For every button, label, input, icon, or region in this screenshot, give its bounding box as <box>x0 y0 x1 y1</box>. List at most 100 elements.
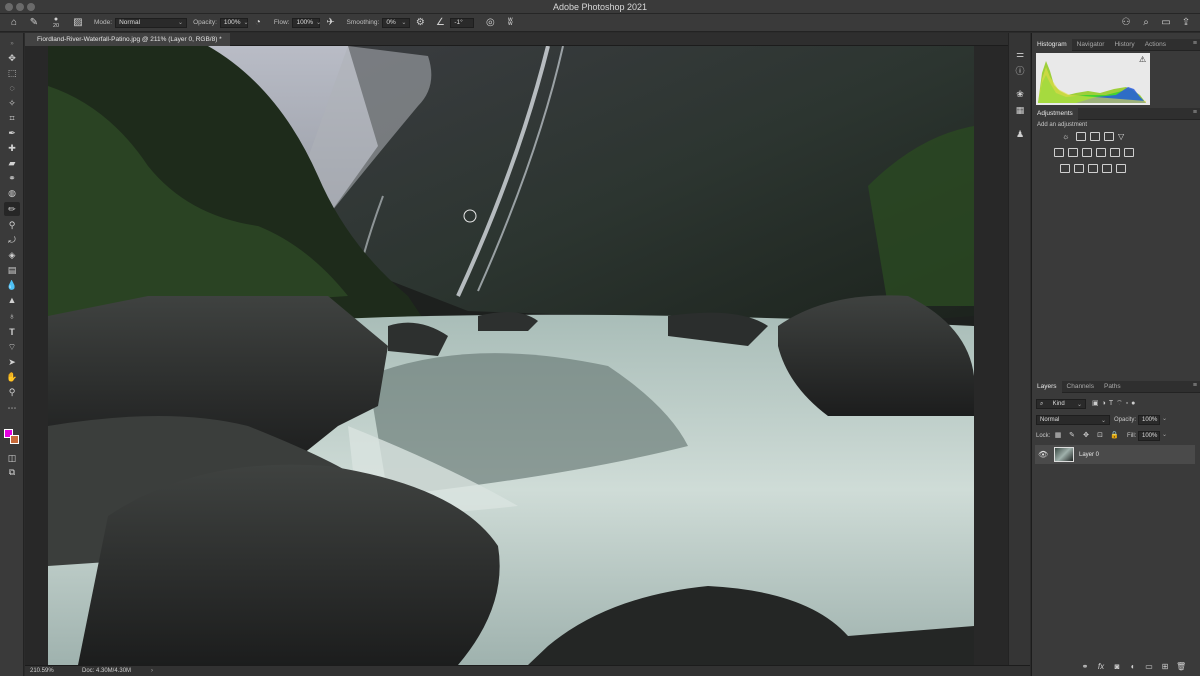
properties-icon[interactable]: ⚌ <box>1012 47 1028 61</box>
workspace-switcher-icon[interactable]: ▭ <box>1158 16 1174 30</box>
panel-menu-icon[interactable]: ≡ <box>1193 382 1197 389</box>
threshold-icon[interactable] <box>1088 164 1098 173</box>
histogram-warning-icon[interactable]: ⚠ <box>1139 55 1146 64</box>
eraser-tool-icon[interactable]: ◈ <box>4 248 20 262</box>
color-lookup-icon[interactable] <box>1124 148 1134 157</box>
lock-position-icon[interactable]: ✥ <box>1082 432 1090 440</box>
info-icon[interactable]: ⓘ <box>1012 63 1028 77</box>
exposure-icon[interactable] <box>1104 132 1114 141</box>
opacity-field[interactable]: 100% ⌄ <box>219 17 249 28</box>
marquee-tool-icon[interactable]: ⬚ <box>4 66 20 80</box>
history-brush-tool-icon[interactable]: ⤾ <box>4 233 20 247</box>
zoom-tool-icon[interactable]: ⚲ <box>4 385 20 399</box>
levels-icon[interactable] <box>1076 132 1086 141</box>
eyedropper-tool-icon[interactable]: ✒ <box>4 126 20 140</box>
smoothing-settings-gear-icon[interactable]: ⚙ <box>412 16 428 30</box>
screen-mode-icon[interactable]: ⧉ <box>4 465 20 479</box>
hue-saturation-icon[interactable] <box>1054 148 1064 157</box>
layer-row[interactable]: 👁 Layer 0 <box>1035 445 1195 464</box>
brush-settings-icon[interactable]: ▨ <box>70 16 86 30</box>
lasso-tool-icon[interactable]: ◌ <box>4 81 20 95</box>
curves-icon[interactable] <box>1090 132 1100 141</box>
link-icon[interactable]: ⚭ <box>1080 662 1090 672</box>
tab-channels[interactable]: Channels <box>1062 381 1099 393</box>
selective-color-icon[interactable] <box>1116 164 1126 173</box>
black-white-icon[interactable] <box>1082 148 1092 157</box>
path-selection-tool-icon[interactable]: ⌔ <box>4 340 20 354</box>
panel-menu-icon[interactable]: ≡ <box>1193 109 1197 116</box>
adjustment-icon[interactable]: ◐ <box>1128 662 1138 672</box>
home-icon[interactable]: ⌂ <box>6 16 22 30</box>
symmetry-icon[interactable]: ʬ <box>502 16 518 30</box>
toolbar-collapse-icon[interactable]: » <box>4 37 20 51</box>
patch-tool-icon[interactable]: ⚭ <box>4 171 20 185</box>
quick-mask-icon[interactable]: ◫ <box>4 451 20 465</box>
mode-select[interactable]: Normal ⌄ <box>115 17 188 28</box>
blend-mode-select[interactable]: Normal ⌄ <box>1036 415 1110 425</box>
eye-icon[interactable]: 👁 <box>1038 450 1050 459</box>
panel-menu-icon[interactable]: ≡ <box>1193 40 1197 47</box>
pressure-opacity-icon[interactable]: ◔ <box>250 16 266 30</box>
photo-filter-icon[interactable] <box>1096 148 1106 157</box>
group-icon[interactable]: ▭ <box>1144 662 1154 672</box>
canvas-area[interactable] <box>25 46 1030 665</box>
layer-name[interactable]: Layer 0 <box>1079 452 1099 458</box>
layer-filter-icons[interactable]: ▣◑T⌔▫● <box>1092 399 1138 408</box>
lock-artboard-icon[interactable]: ⊡ <box>1096 432 1104 440</box>
vibrance-icon[interactable]: ▽ <box>1118 132 1128 141</box>
clone-stamp-tool-icon[interactable]: ⚲ <box>4 218 20 232</box>
more-tools-icon[interactable]: ⋯ <box>4 401 20 415</box>
channel-mixer-icon[interactable] <box>1110 148 1120 157</box>
quick-selection-tool-icon[interactable]: ✧ <box>4 96 20 110</box>
invert-icon[interactable] <box>1060 164 1070 173</box>
dodge-tool-icon[interactable]: ▲ <box>4 293 20 307</box>
tab-adjustments[interactable]: Adjustments <box>1032 107 1078 120</box>
trash-icon[interactable]: 🗑 <box>1176 662 1186 672</box>
document-image[interactable] <box>48 46 974 665</box>
brush-tool-preset-icon[interactable]: ✎ <box>26 16 42 30</box>
gradient-tool-icon[interactable]: ▤ <box>4 263 20 277</box>
pen-tool-icon[interactable]: ♁ <box>4 309 20 323</box>
document-tab[interactable]: Fiordland-River-Waterfall-Patino.jpg @ 2… <box>25 33 230 46</box>
spot-healing-tool-icon[interactable]: ▰ <box>4 156 20 170</box>
flow-field[interactable]: 100% ⌄ <box>292 17 321 28</box>
color-balance-icon[interactable] <box>1068 148 1078 157</box>
chevron-down-icon[interactable]: ⌄ <box>1162 431 1167 438</box>
tab-histogram[interactable]: Histogram <box>1032 38 1072 51</box>
airbrush-icon[interactable]: ✈ <box>322 16 338 30</box>
blur-tool-icon[interactable]: 💧 <box>4 278 20 292</box>
libraries-icon[interactable]: ♟ <box>1012 127 1028 141</box>
brush-tool-icon[interactable]: ✏ <box>4 202 20 216</box>
layer-filter-select[interactable]: ⌕ Kind ⌄ <box>1036 399 1086 409</box>
healing-brush-tool-icon[interactable]: ✚ <box>4 141 20 155</box>
move-tool-icon[interactable]: ✥ <box>4 51 20 65</box>
share-icon[interactable]: ⇪ <box>1178 16 1194 30</box>
chevron-down-icon[interactable]: ⌄ <box>1162 415 1167 422</box>
posterize-icon[interactable] <box>1074 164 1084 173</box>
angle-field[interactable]: -1° <box>450 17 475 28</box>
crop-tool-icon[interactable]: ⌗ <box>4 111 20 125</box>
layer-opacity-field[interactable]: 100% <box>1138 415 1160 425</box>
swatches-icon[interactable]: ▦ <box>1012 103 1028 117</box>
direct-selection-tool-icon[interactable]: ➤ <box>4 355 20 369</box>
content-aware-tool-icon[interactable]: ◍ <box>4 186 20 200</box>
pressure-size-icon[interactable]: ◎ <box>482 16 498 30</box>
new-layer-icon[interactable]: ⊞ <box>1160 662 1170 672</box>
smoothing-field[interactable]: 0% ⌄ <box>382 17 411 28</box>
tab-actions[interactable]: Actions <box>1140 39 1171 51</box>
brightness-contrast-icon[interactable]: ☼ <box>1062 132 1072 141</box>
search-icon[interactable]: ⌕ <box>1138 16 1154 30</box>
fx-icon[interactable]: fx <box>1096 662 1106 672</box>
mask-icon[interactable]: ◙ <box>1112 662 1122 672</box>
lock-transparent-icon[interactable]: ▦ <box>1054 432 1062 440</box>
search-user-icon[interactable]: ⚇ <box>1118 16 1134 30</box>
brushes-icon[interactable]: ❀ <box>1012 87 1028 101</box>
gradient-map-icon[interactable] <box>1102 164 1112 173</box>
tab-history[interactable]: History <box>1109 39 1139 51</box>
zoom-level[interactable]: 210.59% <box>30 668 70 674</box>
lock-all-icon[interactable]: 🔒 <box>1110 432 1119 440</box>
status-menu-arrow[interactable]: › <box>151 668 153 674</box>
tab-paths[interactable]: Paths <box>1099 381 1126 393</box>
fill-field[interactable]: 100% <box>1138 431 1160 441</box>
tab-layers[interactable]: Layers <box>1032 380 1062 393</box>
